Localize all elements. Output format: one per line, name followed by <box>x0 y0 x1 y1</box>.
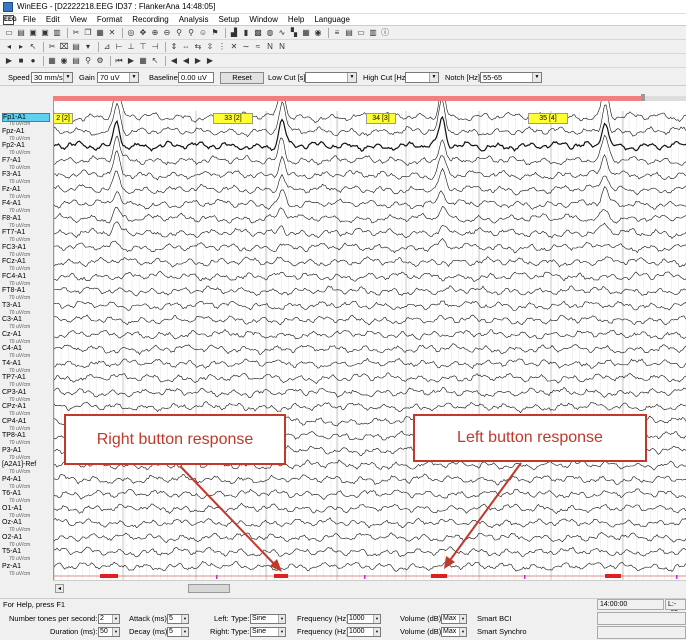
stimulus-panel: Number tones per second: 2 ▼ Duration (ms… <box>0 611 686 640</box>
chevron-down-icon[interactable]: ▼ <box>459 615 466 623</box>
smart-bci-label: Smart BCI <box>477 614 512 623</box>
right-arrow-line <box>179 465 278 568</box>
left-volume-select[interactable]: Max ▼ <box>441 614 467 624</box>
left-freq-label: Frequency (Hz): <box>297 614 351 623</box>
attack-label: Attack (ms): <box>129 614 170 623</box>
smart-synchro-label: Smart Synchro <box>477 627 527 636</box>
annotation-arrows <box>179 462 522 572</box>
right-freq-select[interactable]: 1000 ▼ <box>347 627 381 637</box>
status-panel-1 <box>597 612 686 625</box>
chevron-down-icon[interactable]: ▼ <box>181 615 188 623</box>
tones-label: Number tones per second: <box>9 614 98 623</box>
chevron-down-icon[interactable]: ▼ <box>112 615 119 623</box>
duration-value: 50 <box>100 628 108 635</box>
left-label: Left: <box>214 614 229 623</box>
chevron-down-icon[interactable]: ▼ <box>278 615 285 623</box>
attack-select[interactable]: 5 ▼ <box>167 614 189 624</box>
left-volume-value: Max <box>443 615 457 622</box>
right-volume-select[interactable]: Max ▼ <box>441 627 467 637</box>
chevron-down-icon[interactable]: ▼ <box>459 628 466 636</box>
chevron-down-icon[interactable]: ▼ <box>112 628 119 636</box>
duration-select[interactable]: 50 ▼ <box>98 627 120 637</box>
right-volume-value: Max <box>443 628 457 635</box>
status-panel-2 <box>597 626 686 639</box>
chevron-down-icon[interactable]: ▼ <box>181 628 188 636</box>
left-arrow-line <box>447 462 522 564</box>
status-bar: For Help, press F1 14:00:00 L:- -65 <box>0 598 686 617</box>
chevron-down-icon[interactable]: ▼ <box>278 628 285 636</box>
tones-select[interactable]: 2 ▼ <box>98 614 120 624</box>
scroll-left-icon[interactable]: ◂ <box>55 584 64 593</box>
left-freq-value: 1000 <box>349 615 365 622</box>
right-type-value: Sine <box>252 628 267 635</box>
tones-value: 2 <box>100 615 104 622</box>
left-arrowhead <box>444 556 455 569</box>
left-type-select[interactable]: Sine ▼ <box>250 614 286 624</box>
right-volume-label: Volume (dB): <box>400 627 444 636</box>
chevron-down-icon[interactable]: ▼ <box>373 615 380 623</box>
decay-label: Decay (ms): <box>129 627 170 636</box>
left-type-label: Type: <box>231 614 250 623</box>
help-text: For Help, press F1 <box>3 600 66 609</box>
left-volume-label: Volume (dB): <box>400 614 444 623</box>
decay-value: 5 <box>169 628 173 635</box>
status-time: 14:00:00 <box>597 599 664 610</box>
scroll-thumb[interactable] <box>188 584 230 593</box>
attack-value: 5 <box>169 615 173 622</box>
left-freq-select[interactable]: 1000 ▼ <box>347 614 381 624</box>
right-label: Right: <box>210 627 230 636</box>
left-type-value: Sine <box>252 615 267 622</box>
chevron-down-icon[interactable]: ▼ <box>373 628 380 636</box>
duration-label: Duration (ms): <box>50 627 98 636</box>
horizontal-scrollbar[interactable]: ◂ <box>53 580 686 595</box>
right-freq-value: 1000 <box>349 628 365 635</box>
right-type-label: Type: <box>231 627 250 636</box>
right-type-select[interactable]: Sine ▼ <box>250 627 286 637</box>
status-level: L:- -65 <box>665 599 686 617</box>
right-freq-label: Frequency (Hz): <box>297 627 351 636</box>
decay-select[interactable]: 5 ▼ <box>167 627 189 637</box>
